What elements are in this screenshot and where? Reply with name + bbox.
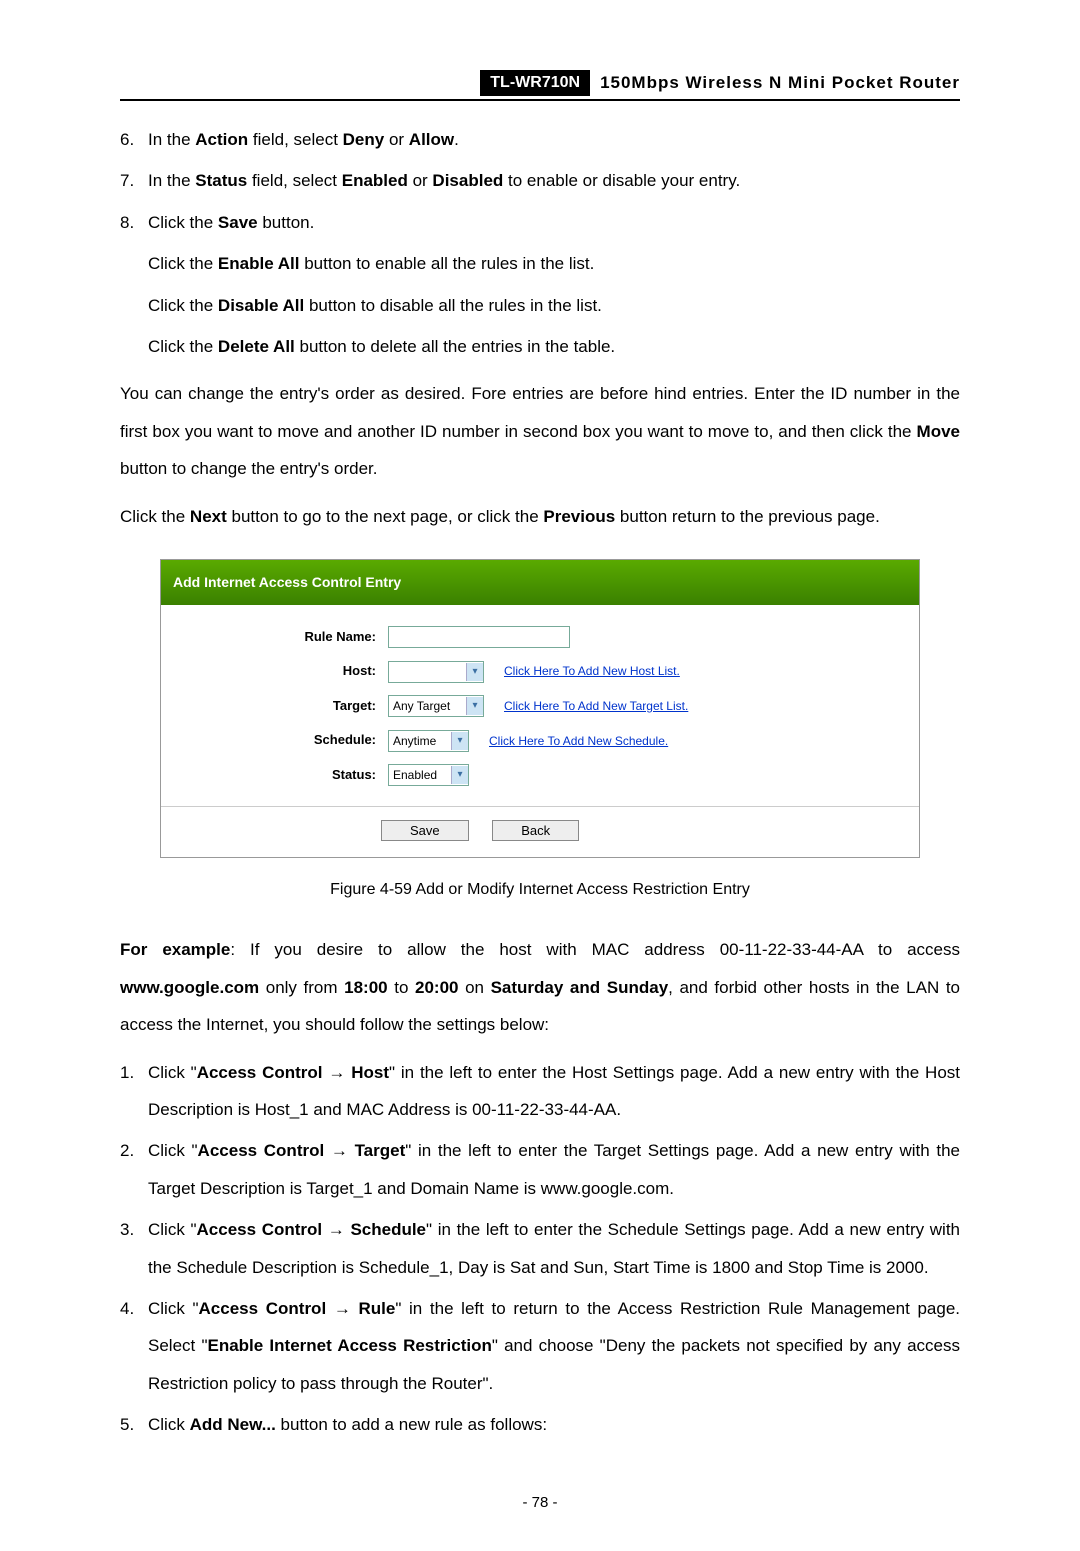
sub-delete-all: Click the Delete All button to delete al… — [148, 328, 960, 365]
example-step-4: 4. Click "Access Control → Rule" in the … — [120, 1290, 960, 1402]
para-next-prev: Click the Next button to go to the next … — [120, 498, 960, 535]
chevron-down-icon: ▾ — [451, 766, 468, 784]
sub-disable-all: Click the Disable All button to disable … — [148, 287, 960, 324]
label-schedule: Schedule: — [171, 726, 388, 755]
dropdown-host[interactable]: ▾ — [388, 661, 484, 683]
back-button[interactable]: Back — [492, 820, 579, 841]
model-label: TL-WR710N — [480, 70, 590, 96]
input-rule-name[interactable] — [388, 626, 570, 648]
example-step-1: 1. Click "Access Control → Host" in the … — [120, 1054, 960, 1129]
label-rule-name: Rule Name: — [171, 623, 388, 652]
figure-box: Add Internet Access Control Entry Rule N… — [160, 559, 920, 858]
step-8: 8. Click the Save button. — [120, 204, 960, 241]
figure-caption: Figure 4-59 Add or Modify Internet Acces… — [120, 872, 960, 907]
chevron-down-icon: ▾ — [466, 697, 483, 715]
label-host: Host: — [171, 657, 388, 686]
para-move: You can change the entry's order as desi… — [120, 375, 960, 487]
link-add-target[interactable]: Click Here To Add New Target List. — [504, 693, 688, 719]
step-7: 7. In the Status field, select Enabled o… — [120, 162, 960, 199]
page-header: TL-WR710N 150Mbps Wireless N Mini Pocket… — [120, 70, 960, 101]
dropdown-status[interactable]: Enabled▾ — [388, 764, 469, 786]
example-step-3: 3. Click "Access Control → Schedule" in … — [120, 1211, 960, 1286]
label-status: Status: — [171, 761, 388, 790]
dropdown-target[interactable]: Any Target▾ — [388, 695, 484, 717]
link-add-host[interactable]: Click Here To Add New Host List. — [504, 658, 680, 684]
chevron-down-icon: ▾ — [466, 663, 483, 681]
link-add-schedule[interactable]: Click Here To Add New Schedule. — [489, 728, 668, 754]
save-button[interactable]: Save — [381, 820, 469, 841]
product-name: 150Mbps Wireless N Mini Pocket Router — [600, 73, 960, 93]
example-para: For example: If you desire to allow the … — [120, 931, 960, 1043]
example-step-5: 5. Click Add New... button to add a new … — [120, 1406, 960, 1443]
label-target: Target: — [171, 692, 388, 721]
chevron-down-icon: ▾ — [451, 732, 468, 750]
dropdown-schedule[interactable]: Anytime▾ — [388, 730, 469, 752]
step-6: 6. In the Action field, select Deny or A… — [120, 121, 960, 158]
sub-enable-all: Click the Enable All button to enable al… — [148, 245, 960, 282]
example-step-2: 2. Click "Access Control → Target" in th… — [120, 1132, 960, 1207]
figure-header: Add Internet Access Control Entry — [161, 560, 919, 605]
page-number: - 78 - — [120, 1494, 960, 1511]
